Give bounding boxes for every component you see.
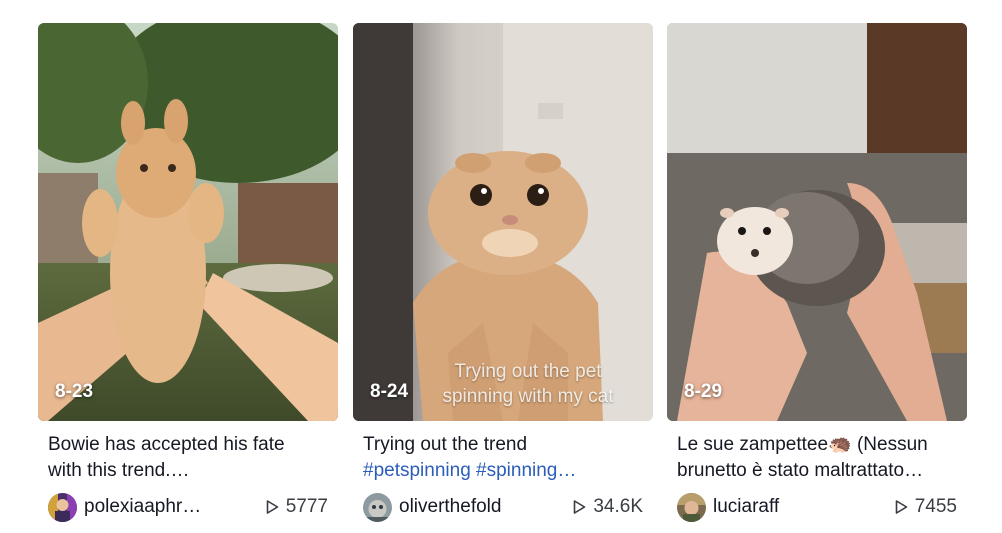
video-card[interactable]: Trying out the pet spinning with my cat … [353,23,653,522]
description-line: Bowie has accepted his fate [48,434,285,455]
video-thumbnail[interactable]: 8-23 [38,23,338,421]
avatar[interactable] [677,492,706,522]
view-count-group: 5777 [264,496,328,518]
date-badge: 8-29 [684,381,723,402]
view-count: 7455 [914,496,957,517]
bunny-thumbnail-image [38,23,338,421]
video-meta: luciaraff 7455 [667,492,967,522]
author-username[interactable]: luciaraff [713,496,885,518]
view-count-group: 34.6K [571,496,643,518]
hedgehog-thumbnail-image [667,23,967,421]
video-thumbnail[interactable]: 8-29 [667,23,967,421]
description-line: Trying out the trend [363,434,528,455]
play-icon [893,499,909,515]
video-description[interactable]: Le sue zampettee🦔 (Nessun brunetto è sta… [667,432,967,484]
description-line: Le sue zampettee🦔 (Nessun [677,434,928,455]
overlay-caption-line: Trying out the pet [454,361,602,382]
avatar[interactable] [48,492,77,522]
description-line: with this trend.… [48,460,190,481]
view-count: 34.6K [593,496,643,517]
video-description[interactable]: Bowie has accepted his fate with this tr… [38,432,338,484]
avatar[interactable] [363,492,392,522]
author-username[interactable]: polexiaaphr… [84,496,256,518]
view-count-group: 7455 [893,496,957,518]
video-description[interactable]: Trying out the trend #petspinning #spinn… [353,432,653,484]
date-badge: 8-23 [55,381,94,402]
play-icon [264,499,280,515]
video-meta: polexiaaphr… 5777 [38,492,338,522]
date-badge: 8-24 [370,381,409,402]
video-card[interactable]: 8-23 Bowie has accepted his fate with th… [38,23,338,522]
view-count: 5777 [285,496,328,517]
play-icon [571,499,587,515]
video-thumbnail[interactable]: Trying out the pet spinning with my cat … [353,23,653,421]
author-username[interactable]: oliverthefold [399,496,563,518]
overlay-caption-line: spinning with my cat [442,386,614,407]
description-hashtags[interactable]: #petspinning #spinning… [363,458,643,484]
description-line: brunetto è stato maltrattato… [677,460,924,481]
video-card[interactable]: 8-29 Le sue zampettee🦔 (Nessun brunetto … [667,23,967,522]
video-meta: oliverthefold 34.6K [353,492,653,522]
